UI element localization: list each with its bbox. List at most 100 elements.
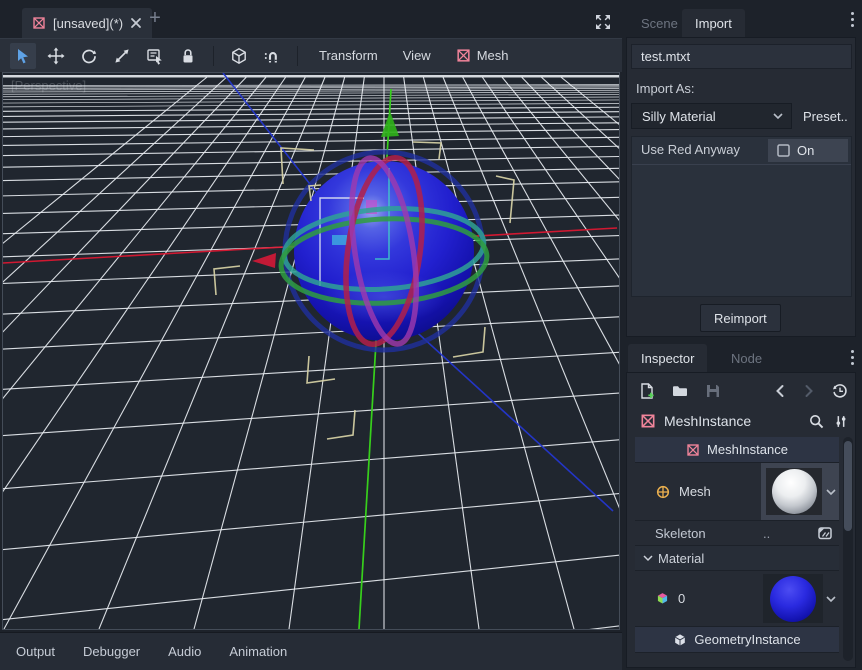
lock-button[interactable] [175, 43, 201, 69]
dock-options-icon[interactable] [851, 12, 854, 27]
rotate-mode-button[interactable] [76, 43, 102, 69]
output-button[interactable]: Output [16, 644, 55, 659]
reimport-button[interactable]: Reimport [700, 304, 781, 332]
skeleton-property-label: Skeleton [655, 526, 706, 541]
godot-editor-window: [unsaved](*) + [0, 0, 862, 670]
snap-button[interactable] [259, 43, 285, 69]
import-filename: test.mtxt [631, 44, 852, 69]
tab-scene-label: Scene [641, 16, 678, 31]
mesh-menu[interactable]: Mesh [447, 44, 518, 67]
mesh-property-label-cell: Mesh [635, 463, 761, 520]
move-icon [47, 47, 65, 65]
local-space-button[interactable] [226, 43, 252, 69]
node-path-assign-icon[interactable] [816, 524, 834, 542]
search-icon[interactable] [808, 413, 825, 430]
mesh-property-label: Mesh [679, 484, 711, 499]
cube-icon [230, 47, 248, 65]
tab-import[interactable]: Import [682, 9, 745, 37]
history-back-icon[interactable] [773, 383, 787, 399]
tab-inspector[interactable]: Inspector [628, 344, 707, 372]
load-resource-icon[interactable] [671, 382, 689, 400]
import-options: Use Red Anyway On [631, 136, 852, 297]
use-red-anyway-label: Use Red Anyway [641, 142, 740, 157]
preset-select-value: Silly Material [642, 109, 773, 124]
bottom-panel: Output Debugger Audio Animation [0, 632, 622, 670]
edit-history-icon[interactable] [831, 382, 849, 400]
chevron-down-icon[interactable] [826, 595, 836, 603]
mesh-instance-icon [686, 443, 700, 457]
add-scene-tab-button[interactable]: + [145, 9, 165, 29]
section-material[interactable]: Material [635, 546, 839, 571]
filename-text: test.mtxt [641, 49, 690, 64]
mesh-property-value[interactable] [761, 463, 839, 520]
chevron-down-icon[interactable] [826, 488, 836, 496]
new-resource-icon[interactable] [638, 382, 656, 400]
material-slot-value[interactable] [761, 571, 839, 626]
object-tools-icon[interactable] [833, 413, 849, 430]
inspector-toolbar [627, 377, 855, 405]
preset-button-label: Preset.. [803, 109, 848, 124]
mesh-resource-icon [655, 484, 671, 500]
debugger-button[interactable]: Debugger [83, 644, 140, 659]
material-preview-thumbnail[interactable] [763, 574, 823, 623]
material-slot-label-cell: 0 [635, 571, 761, 626]
mesh-preview-thumbnail[interactable] [766, 468, 822, 515]
select-arrow-icon [14, 47, 32, 65]
import-dock: test.mtxt Import As: Silly Material Pres… [626, 37, 856, 337]
property-skeleton[interactable]: Skeleton .. [635, 521, 839, 546]
save-resource-icon[interactable] [704, 382, 722, 400]
property-mesh: Mesh [635, 463, 839, 521]
inspector-dock-tabbar: Inspector Node [626, 342, 862, 372]
select-mode-button[interactable] [10, 43, 36, 69]
magnet-icon [263, 47, 281, 65]
scale-icon [113, 47, 131, 65]
section-collapse-icon [643, 554, 653, 562]
close-icon[interactable] [130, 17, 142, 29]
viewport-canvas[interactable] [3, 73, 619, 629]
dock-options-icon[interactable] [851, 350, 854, 365]
material-slot-label: 0 [678, 591, 685, 606]
toolbar-separator [297, 46, 298, 66]
animation-button[interactable]: Animation [229, 644, 287, 659]
use-red-anyway-toggle[interactable]: On [768, 139, 848, 162]
lock-icon [179, 47, 197, 65]
scene-tabbar: [unsaved](*) + [0, 0, 622, 38]
3d-viewport[interactable]: [Perspective] [2, 72, 620, 630]
view-menu[interactable]: View [394, 44, 440, 67]
tab-import-label: Import [695, 16, 732, 31]
view-menu-label: View [403, 48, 431, 63]
history-forward-icon[interactable] [802, 383, 816, 399]
import-preset-select[interactable]: Silly Material [631, 103, 792, 129]
transform-menu[interactable]: Transform [310, 44, 387, 67]
property-list: MeshInstance Mesh [635, 437, 839, 653]
inspector-dock: MeshInstance MeshIns [626, 372, 856, 668]
scrollbar-thumb[interactable] [844, 441, 852, 531]
category-label: MeshInstance [707, 442, 788, 457]
right-dock-column: Scene Import test.mtxt Import As: Silly … [626, 0, 862, 670]
inspected-object-name: MeshInstance [664, 413, 800, 429]
toolbar-separator [213, 46, 214, 66]
tab-node-label: Node [731, 351, 762, 366]
tab-inspector-label: Inspector [641, 351, 694, 366]
mesh-icon [456, 48, 471, 63]
category-mesh-instance: MeshInstance [635, 437, 839, 463]
scene-tab-unsaved[interactable]: [unsaved](*) [22, 8, 152, 38]
audio-button[interactable]: Audio [168, 644, 201, 659]
material-section-label: Material [658, 551, 704, 566]
perspective-label[interactable]: [Perspective] [11, 78, 86, 93]
material-resource-icon [655, 591, 670, 606]
import-dock-tabbar: Scene Import [626, 0, 862, 37]
toggle-value-label: On [797, 143, 814, 158]
preset-button[interactable]: Preset.. [799, 103, 852, 129]
inspector-scrollbar[interactable] [843, 437, 853, 661]
list-select-icon [146, 47, 164, 65]
move-mode-button[interactable] [43, 43, 69, 69]
distraction-free-icon[interactable] [594, 13, 612, 31]
skeleton-property-value: .. [763, 526, 770, 541]
list-select-button[interactable] [142, 43, 168, 69]
import-as-label: Import As: [636, 81, 695, 96]
category-geometry-instance: GeometryInstance [635, 627, 839, 653]
tab-node[interactable]: Node [718, 344, 775, 372]
checkbox-icon[interactable] [777, 144, 790, 157]
scale-mode-button[interactable] [109, 43, 135, 69]
